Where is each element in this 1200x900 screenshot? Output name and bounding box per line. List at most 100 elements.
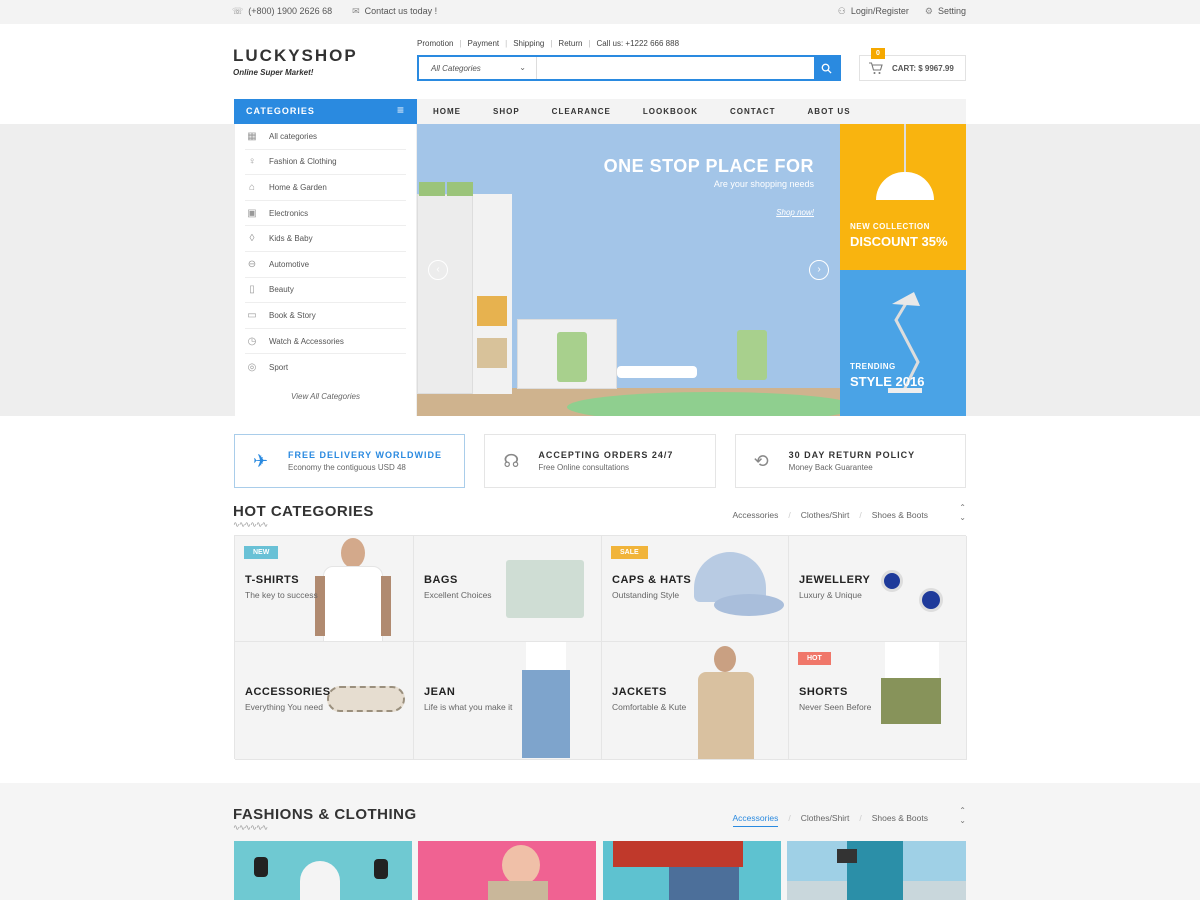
promo-headline: STYLE 2016: [850, 374, 925, 389]
category-tile-jewellery[interactable]: JEWELLERY Luxury & Unique: [789, 536, 967, 642]
sidebar-item-beauty[interactable]: ▯ Beauty: [245, 278, 406, 304]
view-all-categories-link[interactable]: View All Categories: [235, 392, 416, 401]
sale-badge: SALE: [611, 546, 648, 559]
hero-banner: ONE STOP PLACE FOR Are your shopping nee…: [417, 124, 840, 416]
menu-item-home[interactable]: HOME: [417, 99, 477, 124]
belt-image: [327, 686, 405, 712]
tab-clothes-shirt[interactable]: Clothes/Shirt: [801, 510, 850, 520]
hot-categories-grid: NEW T-SHIRTS The key to success BAGS Exc…: [234, 535, 967, 760]
setting-link[interactable]: ⚙ Setting: [925, 6, 966, 17]
logo-tagline: Online Super Market!: [233, 68, 314, 77]
category-desc: Excellent Choices: [424, 590, 492, 600]
tab-accessories[interactable]: Accessories: [732, 813, 779, 827]
service-orders: ☊ ACCEPTING ORDERS 24/7 Free Online cons…: [484, 434, 716, 488]
menu-item-clearance[interactable]: CLEARANCE: [536, 99, 627, 124]
sidebar-item-home-garden[interactable]: ⌂ Home & Garden: [245, 175, 406, 201]
lipstick-icon: ▯: [249, 284, 255, 296]
category-name: T-SHIRTS: [245, 574, 300, 586]
logo[interactable]: LUCKYSHOP Online Super Market!: [233, 46, 358, 77]
category-name: BAGS: [424, 574, 458, 586]
chevron-left-icon: ‹: [436, 264, 440, 275]
promo-headline: DISCOUNT 35%: [850, 234, 948, 249]
cart-button[interactable]: 0 CART: $ 9967.99: [859, 48, 966, 81]
fashion-product-image[interactable]: [418, 841, 596, 900]
category-tile-bags[interactable]: BAGS Excellent Choices: [414, 536, 602, 642]
quick-link-shipping[interactable]: Shipping: [513, 39, 544, 48]
fashion-section-background: [0, 783, 1200, 900]
chevron-down-icon[interactable]: ⌄: [959, 513, 966, 523]
category-desc: Luxury & Unique: [799, 590, 862, 600]
service-delivery: ✈ FREE DELIVERY WORLDWIDE Economy the co…: [234, 434, 466, 488]
sidebar-item-fashion[interactable]: ♀ Fashion & Clothing: [245, 150, 406, 176]
quick-link-return[interactable]: Return: [558, 39, 582, 48]
user-icon: ⚇: [837, 6, 846, 16]
category-tile-accessories[interactable]: ACCESSORIES Everything You need: [235, 642, 414, 760]
headset-icon: ☊: [503, 451, 520, 471]
sidebar-item-kids[interactable]: ◊ Kids & Baby: [245, 226, 406, 252]
category-desc: Never Seen Before: [799, 702, 872, 712]
menu-item-shop[interactable]: SHOP: [477, 99, 536, 124]
service-strip: ✈ FREE DELIVERY WORLDWIDE Economy the co…: [234, 434, 966, 488]
slider-next-button[interactable]: ›: [809, 260, 829, 280]
tab-accessories[interactable]: Accessories: [733, 510, 779, 520]
tshirt-model-image: [315, 536, 405, 641]
sofa-icon: ⌂: [248, 181, 256, 193]
sidebar-item-electronics[interactable]: ▣ Electronics: [245, 201, 406, 227]
tab-shoes-boots[interactable]: Shoes & Boots: [872, 510, 928, 520]
search-bar: All Categories ⌄: [417, 55, 841, 81]
sidebar-item-all[interactable]: ▦ All categories: [245, 124, 406, 150]
hot-tabs: Accessories / Clothes/Shirt / Shoes & Boot…: [732, 510, 928, 520]
cart-icon: [869, 62, 883, 74]
login-link[interactable]: ⚇ Login/Register: [838, 6, 909, 17]
service-title: FREE DELIVERY WORLDWIDE: [288, 450, 443, 460]
search-input[interactable]: [537, 57, 814, 79]
menu-bar: HOME SHOP CLEARANCE LOOKBOOK CONTACT ABO…: [417, 99, 966, 124]
slider-prev-button[interactable]: ‹: [428, 260, 448, 280]
search-button[interactable]: [814, 57, 839, 79]
quick-link-promotion[interactable]: Promotion: [417, 39, 453, 48]
fashion-product-image[interactable]: [603, 841, 781, 900]
category-tile-tshirts[interactable]: NEW T-SHIRTS The key to success: [235, 536, 414, 642]
chevron-up-icon[interactable]: ⌃: [959, 806, 966, 816]
tab-clothes-shirt[interactable]: Clothes/Shirt: [801, 813, 850, 827]
chevron-down-icon: ⌄: [519, 63, 526, 72]
menu-item-lookbook[interactable]: LOOKBOOK: [627, 99, 714, 124]
jacket-model-head: [714, 646, 736, 672]
menu-item-contact[interactable]: CONTACT: [714, 99, 792, 124]
sidebar-item-book[interactable]: ▭ Book & Story: [245, 303, 406, 329]
quick-links: Promotion | Payment | Shipping | Return | Ca…: [417, 39, 680, 48]
quick-link-payment[interactable]: Payment: [468, 39, 500, 48]
section-scroll-arrows: ⌃ ⌄: [959, 806, 966, 826]
category-tile-jackets[interactable]: JACKETS Comfortable & Kute: [602, 642, 789, 760]
sidebar-item-sport[interactable]: ◎ Sport: [245, 354, 406, 380]
contact-link[interactable]: ✉ Contact us today !: [352, 6, 437, 17]
category-tile-shorts[interactable]: HOT SHORTS Never Seen Before: [789, 642, 967, 760]
ball-icon: ◎: [247, 361, 257, 373]
book-icon: ▭: [247, 309, 257, 321]
category-name: SHORTS: [799, 686, 848, 698]
category-tile-caps[interactable]: SALE CAPS & HATS Outstanding Style: [602, 536, 789, 642]
categories-toggle[interactable]: CATEGORIES ≡: [234, 99, 417, 124]
category-name: JEWELLERY: [799, 574, 871, 586]
promo-new-collection[interactable]: NEW COLLECTION DISCOUNT 35%: [840, 124, 966, 270]
new-badge: NEW: [244, 546, 279, 559]
service-subtitle: Money Back Guarantee: [788, 463, 873, 472]
category-desc: Outstanding Style: [612, 590, 680, 600]
chevron-down-icon[interactable]: ⌄: [959, 816, 966, 826]
banner-shop-link[interactable]: Shop now!: [776, 208, 814, 217]
service-title: ACCEPTING ORDERS 24/7: [538, 450, 674, 460]
category-select[interactable]: All Categories ⌄: [419, 57, 537, 79]
category-tile-jean[interactable]: JEAN Life is what you make it: [414, 642, 602, 760]
sidebar-item-watch[interactable]: ◷ Watch & Accessories: [245, 329, 406, 355]
tab-shoes-boots[interactable]: Shoes & Boots: [872, 813, 928, 827]
category-name: CAPS & HATS: [612, 574, 692, 586]
chevron-up-icon[interactable]: ⌃: [959, 503, 966, 513]
promo-trending[interactable]: TRENDING STYLE 2016: [840, 270, 966, 416]
sidebar-item-automotive[interactable]: ⊖ Automotive: [245, 252, 406, 278]
fashion-header: FASHIONS & CLOTHING ∿∿∿∿∿∿ Accessories / …: [233, 806, 966, 836]
fashion-product-image[interactable]: [234, 841, 412, 900]
category-desc: Comfortable & Kute: [612, 702, 687, 712]
fashion-product-image[interactable]: [787, 841, 966, 900]
menu-item-about[interactable]: ABOT US: [792, 99, 867, 124]
category-name: JACKETS: [612, 686, 667, 698]
